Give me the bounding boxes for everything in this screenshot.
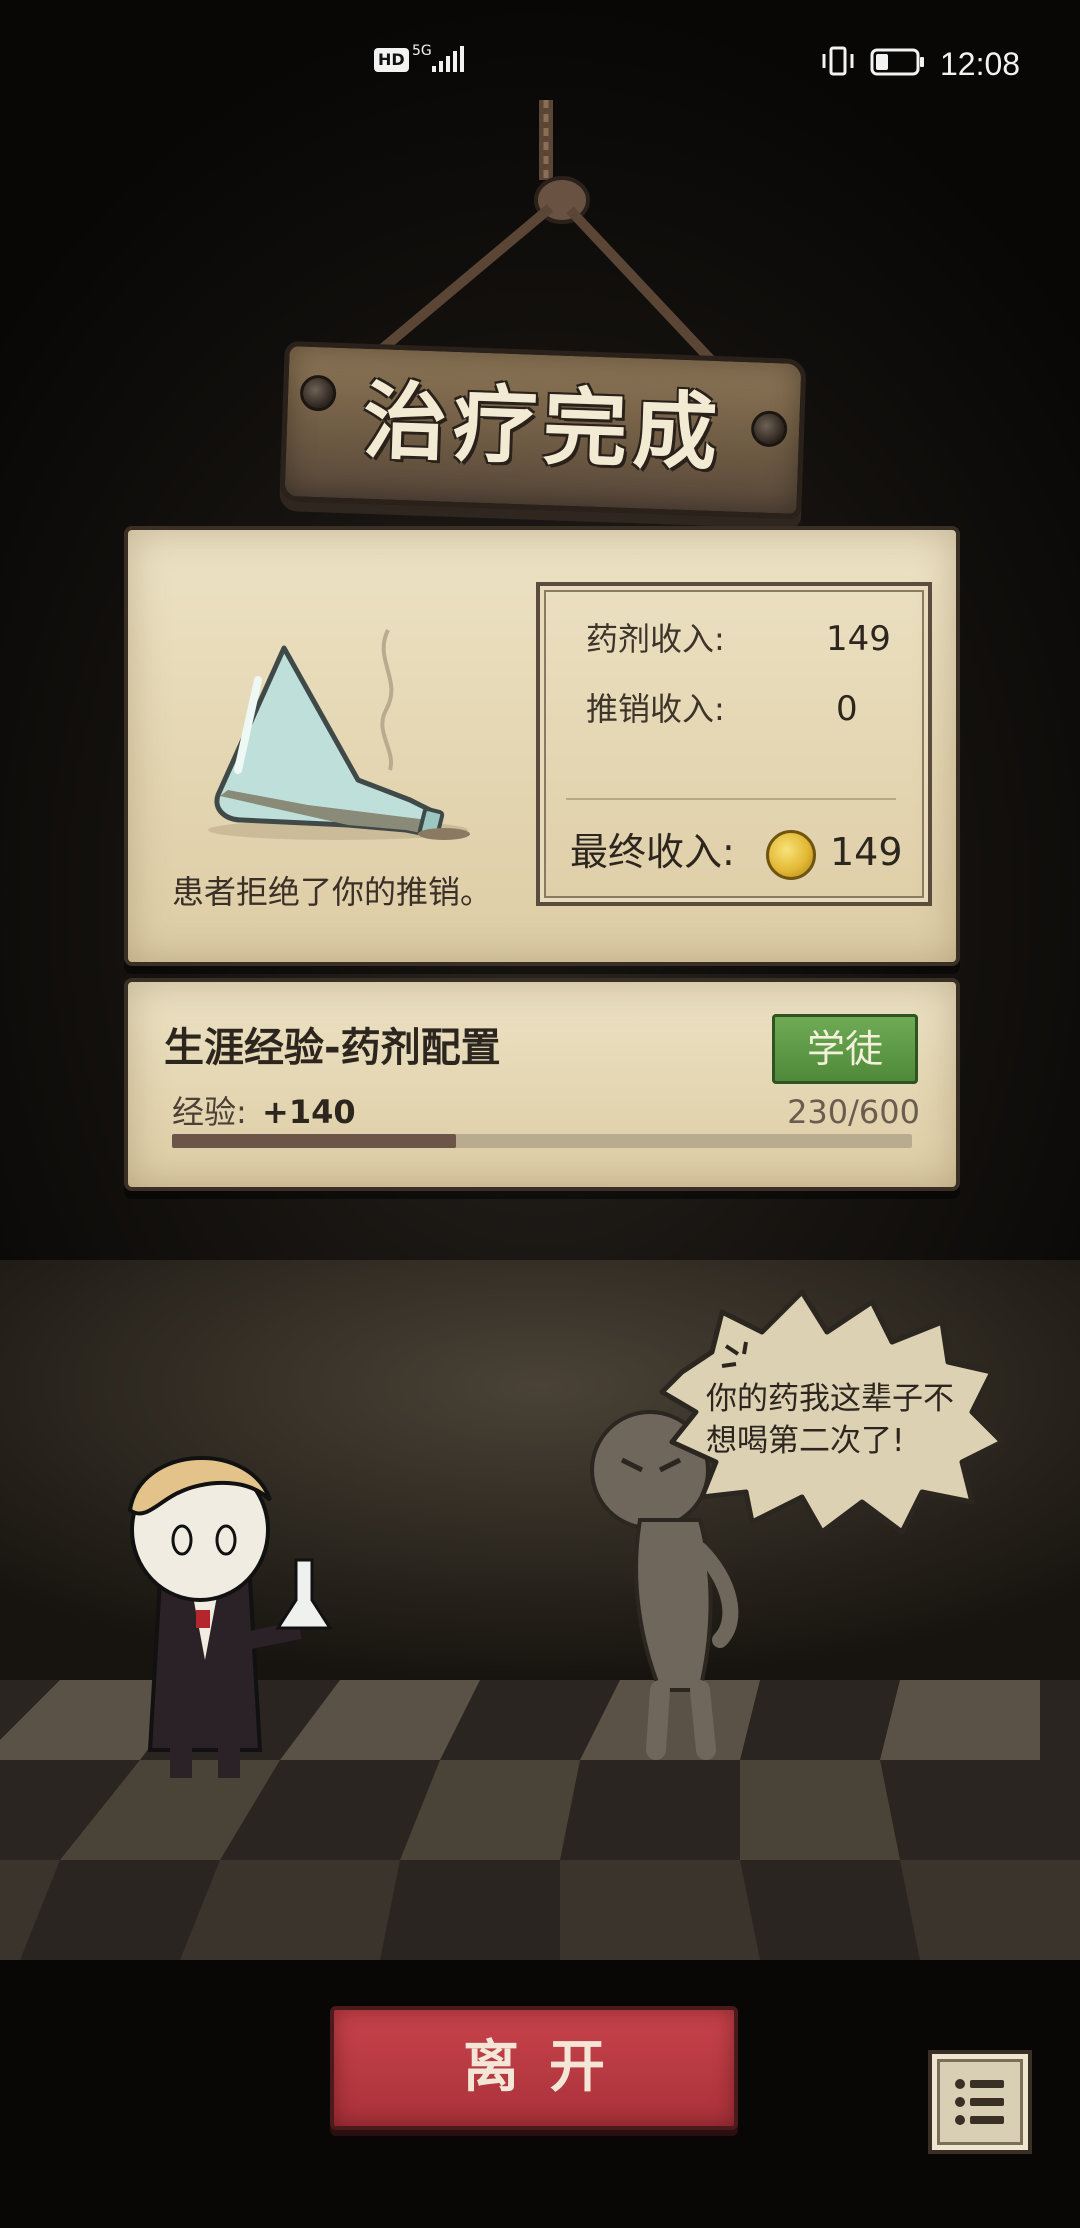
exp-count: 230/600: [787, 1093, 920, 1131]
income-divider: [566, 798, 896, 800]
exp-gain: +140: [262, 1093, 356, 1131]
rejection-message: 患者拒绝了你的推销。: [172, 873, 493, 911]
potion-income-row: 药剂收入: 149: [586, 614, 891, 664]
vibrate-icon: [822, 46, 854, 76]
sales-income-row: 推销收入: 0: [586, 684, 886, 734]
patient-speech-text: 你的药我这辈子不想喝第二次了!: [706, 1381, 954, 1459]
career-experience-panel: 生涯经验-药剂配置 学徒 经验: +140 230/600: [124, 978, 960, 1191]
sales-income-label: 推销收入:: [586, 690, 725, 728]
gold-coin-icon: [766, 830, 816, 880]
menu-button[interactable]: [928, 2050, 1032, 2154]
exp-progress-bar: [172, 1134, 912, 1148]
income-summary-box: 药剂收入: 149 推销收入: 0 最终收入: 149: [536, 582, 932, 906]
final-income-value: 149: [830, 830, 903, 874]
final-income-label: 最终收入:: [570, 830, 735, 874]
career-title: 生涯经验-药剂配置: [164, 1025, 501, 1071]
sales-income-value: 0: [836, 689, 858, 729]
network-type: 5G: [412, 43, 432, 59]
game-screen: HD 5G 12:08 治疗完成 患者拒绝了你的推销。 药剂收入: 149 推销…: [0, 0, 1080, 2228]
exp-label: 经验:: [172, 1093, 247, 1131]
rank-badge: 学徒: [772, 1014, 918, 1084]
exp-progress-fill: [172, 1134, 456, 1148]
page-title: 治疗完成: [361, 371, 725, 483]
treatment-result-panel: 患者拒绝了你的推销。 药剂收入: 149 推销收入: 0 最终收入: 149: [124, 526, 960, 966]
spilled-flask-icon: [208, 629, 470, 840]
hd-badge: HD: [374, 48, 409, 72]
signal-icon: [432, 46, 464, 72]
title-sign: 治疗完成: [279, 340, 807, 520]
potion-income-value: 149: [826, 619, 891, 659]
list-menu-icon: [955, 2079, 1004, 2125]
potion-income-label: 药剂收入:: [586, 620, 725, 658]
leave-button[interactable]: 离开: [330, 2006, 738, 2130]
battery-icon: [870, 48, 924, 76]
clock: 12:08: [940, 46, 1021, 82]
